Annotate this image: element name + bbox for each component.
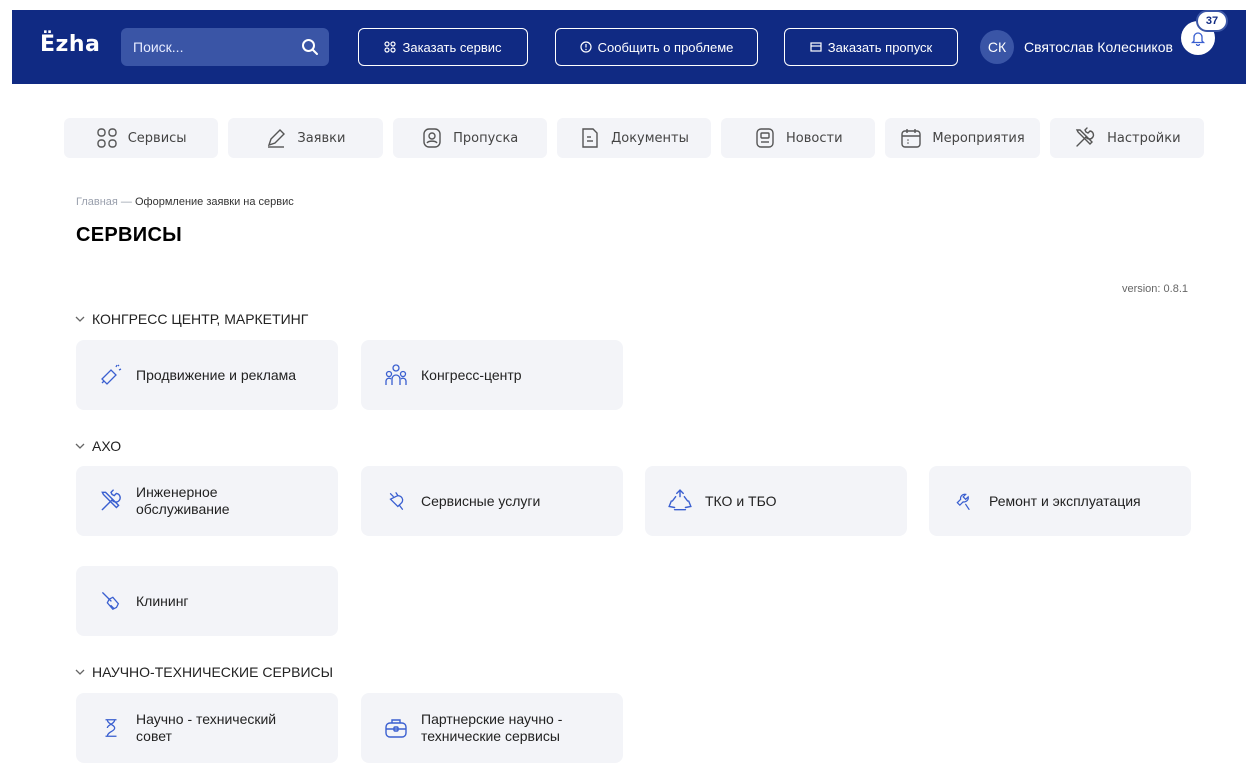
tab-news[interactable]: Новости — [721, 118, 876, 158]
service-card-repair[interactable]: Ремонт и эксплуатация — [929, 466, 1191, 536]
section-title: КОНГРЕСС ЦЕНТР, МАРКЕТИНГ — [92, 311, 309, 327]
tab-label: Мероприятия — [932, 130, 1025, 146]
service-label: ТКО и ТБО — [705, 492, 777, 509]
tab-settings[interactable]: Настройки — [1049, 118, 1204, 158]
wrench-icon — [951, 488, 977, 514]
service-card-waste[interactable]: ТКО и ТБО — [645, 466, 907, 536]
section-title: НАУЧНО-ТЕХНИЧЕСКИЕ СЕРВИСЫ — [92, 664, 334, 680]
tab-label: Документы — [611, 130, 689, 146]
breadcrumb-home[interactable]: Главная — [76, 196, 118, 208]
avatar[interactable]: СК — [980, 30, 1014, 64]
service-label: Научно - технический совет — [136, 711, 277, 744]
notification-badge[interactable]: 37 — [1196, 10, 1228, 32]
chevron-down-icon — [75, 443, 85, 449]
chevron-down-icon — [75, 316, 85, 322]
chevron-down-icon — [75, 669, 85, 675]
service-card-engineering[interactable]: Инженерное обслуживание — [76, 466, 338, 536]
order-pass-label: Заказать пропуск — [827, 39, 933, 55]
service-card-promotion[interactable]: Продвижение и реклама — [76, 340, 338, 410]
service-card-service-offerings[interactable]: Сервисные услуги — [361, 466, 623, 536]
grid-icon — [97, 128, 117, 148]
tools-icon — [1075, 127, 1095, 147]
alert-circle-icon — [580, 41, 592, 53]
user-card-icon — [423, 128, 441, 148]
section-title: АХО — [92, 438, 122, 454]
broom-icon — [98, 588, 124, 614]
section-toggle-aho[interactable]: АХО — [74, 438, 121, 454]
section-toggle-congress[interactable]: КОНГРЕСС ЦЕНТР, МАРКЕТИНГ — [74, 311, 308, 327]
section-toggle-science[interactable]: НАУЧНО-ТЕХНИЧЕСКИЕ СЕРВИСЫ — [74, 664, 333, 680]
plug-icon — [383, 488, 409, 514]
top-bar: Ëzha Заказать сервис Сообщить о проблеме… — [12, 10, 1246, 84]
tab-label: Настройки — [1107, 130, 1181, 146]
search-box[interactable] — [121, 28, 329, 66]
service-label: Инженерное обслуживание — [136, 484, 230, 517]
document-icon — [582, 128, 598, 148]
recycle-icon — [667, 488, 693, 514]
calendar-icon — [901, 129, 922, 148]
logo[interactable]: Ëzha — [40, 32, 100, 57]
version-label: version: 0.8.1 — [1121, 283, 1188, 295]
grid-icon — [384, 41, 397, 53]
page-title: СЕРВИСЫ — [76, 224, 183, 246]
tab-label: Пропуска — [453, 130, 519, 146]
order-pass-button[interactable]: Заказать пропуск — [784, 28, 958, 66]
main-nav: Сервисы Заявки Пропуска Документы Новост… — [64, 118, 1204, 158]
pass-icon — [810, 42, 822, 52]
flask-icon — [98, 715, 124, 741]
breadcrumb: Главная — Оформление заявки на сервис — [76, 196, 294, 208]
people-icon — [383, 362, 409, 388]
tab-passes[interactable]: Пропуска — [392, 118, 547, 158]
service-label: Ремонт и эксплуатация — [989, 492, 1141, 509]
service-label: Продвижение и реклама — [136, 366, 297, 383]
user-menu[interactable]: СК Святослав Колесников — [980, 28, 1173, 66]
pencil-icon — [268, 129, 286, 148]
report-problem-label: Сообщить о проблеме — [597, 39, 734, 55]
service-card-partner-services[interactable]: Партнерские научно - технические сервисы — [361, 693, 623, 763]
order-service-label: Заказать сервис — [402, 39, 502, 55]
tab-label: Сервисы — [127, 130, 187, 146]
breadcrumb-current: Оформление заявки на сервис — [135, 196, 294, 208]
breadcrumb-separator: — — [117, 196, 135, 208]
service-card-congress-center[interactable]: Конгресс-центр — [361, 340, 623, 410]
tab-label: Заявки — [297, 130, 346, 146]
news-icon — [756, 128, 774, 148]
tab-events[interactable]: Мероприятия — [885, 118, 1040, 158]
search-input[interactable] — [133, 28, 293, 66]
megaphone-icon — [98, 362, 124, 388]
header: Ëzha Заказать сервис Сообщить о проблеме… — [0, 0, 1246, 96]
search-icon[interactable] — [301, 38, 319, 56]
tools-icon — [98, 488, 124, 514]
service-card-science-council[interactable]: Научно - технический совет — [76, 693, 338, 763]
service-label: Сервисные услуги — [421, 492, 541, 509]
tab-documents[interactable]: Документы — [556, 118, 712, 158]
service-card-cleaning[interactable]: Клининг — [76, 566, 338, 636]
tab-services[interactable]: Сервисы — [64, 118, 219, 158]
service-label: Клининг — [136, 592, 189, 609]
order-service-button[interactable]: Заказать сервис — [358, 28, 528, 66]
bell-icon — [1190, 32, 1206, 46]
tab-requests[interactable]: Заявки — [228, 118, 383, 158]
briefcase-icon — [383, 715, 409, 741]
service-label: Партнерские научно - технические сервисы — [421, 711, 563, 744]
report-problem-button[interactable]: Сообщить о проблеме — [555, 28, 758, 66]
user-name[interactable]: Святослав Колесников — [1024, 39, 1173, 55]
tab-label: Новости — [786, 130, 843, 146]
service-label: Конгресс-центр — [421, 366, 522, 383]
